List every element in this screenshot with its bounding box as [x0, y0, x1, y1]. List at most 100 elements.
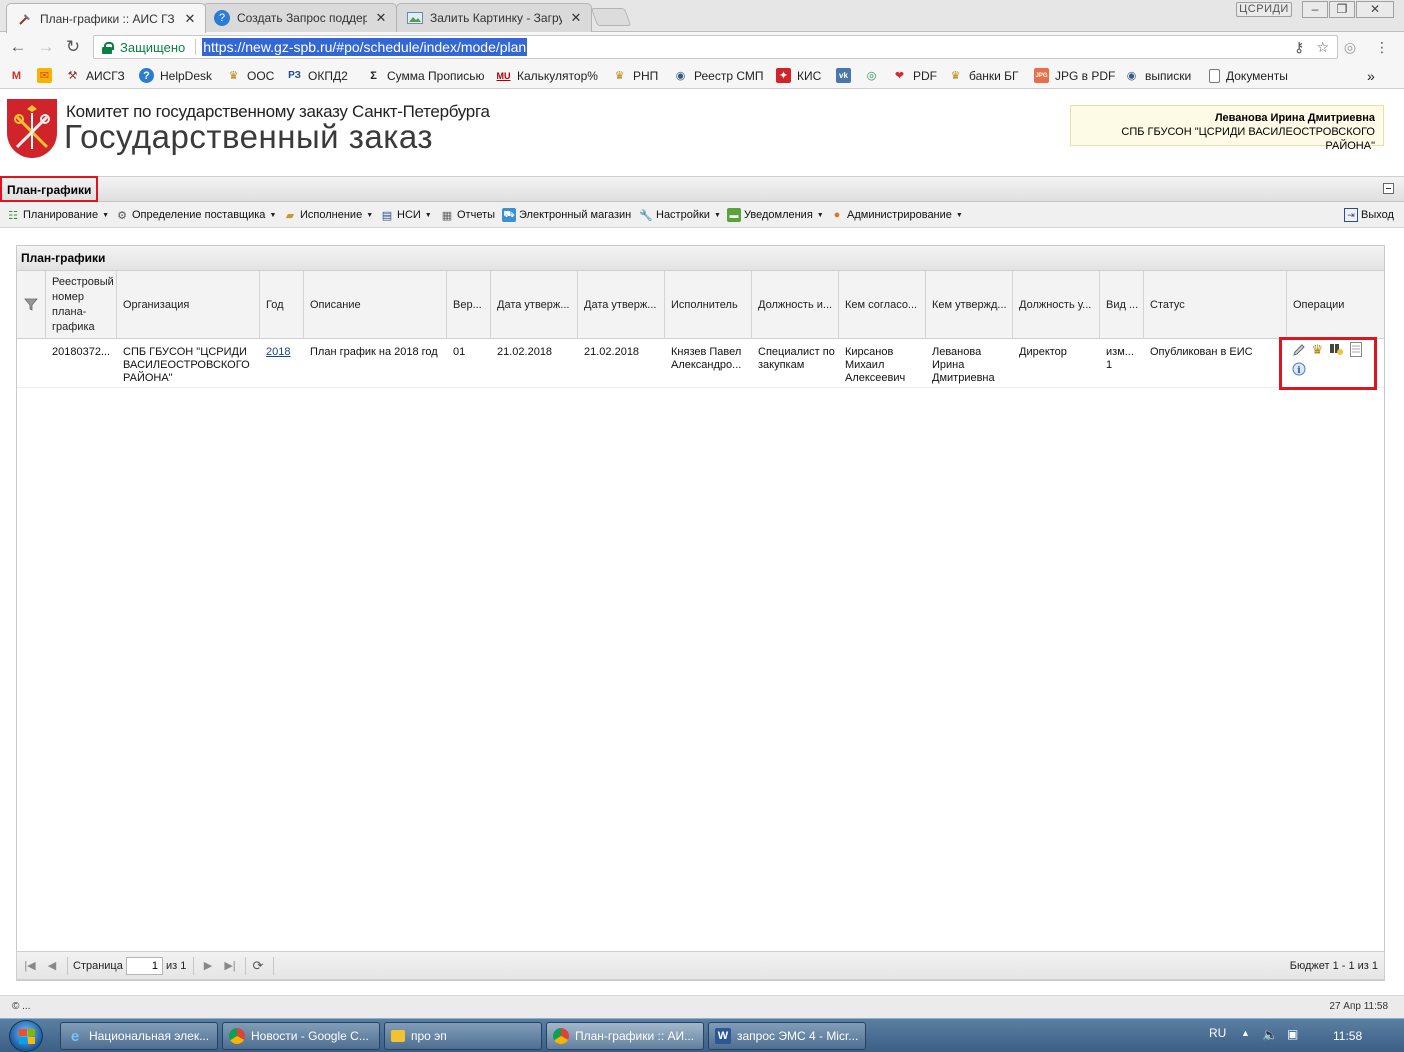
- close-icon[interactable]: ✕: [374, 10, 388, 26]
- collapse-icon[interactable]: [1383, 183, 1394, 194]
- column-executor-position[interactable]: Должность и...: [752, 271, 839, 339]
- language-indicator[interactable]: RU: [1209, 1026, 1226, 1040]
- bookmark-banki-bg[interactable]: ♛ банки БГ: [948, 67, 1019, 84]
- page-number-input[interactable]: 1: [126, 957, 163, 975]
- menu-settings[interactable]: 🔧 Настройки ▼: [639, 207, 721, 223]
- minimize-button[interactable]: –: [1302, 1, 1328, 18]
- info-icon[interactable]: i: [1291, 361, 1306, 376]
- bookmark-rnp[interactable]: ♛ РНП: [612, 67, 659, 84]
- tab-plan-grafiki[interactable]: План-графики :: АИС ГЗ ✕: [6, 3, 206, 33]
- vk-icon: vk: [836, 68, 851, 83]
- menu-execution[interactable]: ▰ Исполнение ▼: [283, 207, 373, 223]
- paging-toolbar: |◀ ◀ Страница 1 из 1 ▶ ▶| ⟳ Бюджет 1 - 1…: [16, 951, 1385, 980]
- year-link[interactable]: 2018: [266, 346, 290, 358]
- bookmark-helpdesk[interactable]: ? HelpDesk: [139, 67, 212, 84]
- bookmark-calculator[interactable]: MU Калькулятор%: [496, 67, 598, 84]
- column-reg-number[interactable]: Реестровый номер плана- графика: [46, 271, 117, 339]
- back-button[interactable]: ←: [8, 38, 28, 56]
- taskbar-label: Новости - Google C...: [251, 1029, 369, 1043]
- browser-tabstrip: План-графики :: АИС ГЗ ✕ ? Создать Запро…: [0, 0, 1404, 33]
- forward-button[interactable]: →: [36, 38, 56, 56]
- bookmark-mail[interactable]: ✉: [37, 67, 52, 84]
- column-kind[interactable]: Вид ...: [1100, 271, 1144, 339]
- last-page-icon[interactable]: ▶|: [223, 959, 237, 973]
- taskbar-item-ie[interactable]: e Национальная элек...: [60, 1022, 218, 1050]
- bookmark-reestr-smp[interactable]: ◉ Реестр СМП: [673, 67, 764, 84]
- taskbar-item-word[interactable]: Wзапрос ЭМС 4 - Micr...: [708, 1022, 866, 1050]
- start-button[interactable]: [9, 1020, 43, 1052]
- menu-nsi[interactable]: ▤ НСИ ▼: [380, 207, 432, 223]
- tray-arrow-icon[interactable]: ▲: [1241, 1028, 1250, 1038]
- taskbar-item-chrome-news[interactable]: Новости - Google C...: [222, 1022, 380, 1050]
- column-organization[interactable]: Организация: [117, 271, 260, 339]
- bookmark-label: Документы: [1226, 68, 1288, 83]
- star-icon[interactable]: ☆: [1316, 39, 1329, 56]
- edit-icon[interactable]: [1291, 342, 1306, 357]
- restore-button[interactable]: ❐: [1329, 1, 1355, 18]
- prev-page-icon[interactable]: ◀: [45, 959, 59, 973]
- menu-planning[interactable]: ☷ Планирование ▼: [6, 207, 109, 223]
- bookmark-circle[interactable]: ◎: [864, 67, 879, 84]
- column-approval-date-2[interactable]: Дата утверж...: [578, 271, 665, 339]
- close-icon[interactable]: ✕: [183, 11, 197, 27]
- clock[interactable]: 11:58: [1333, 1029, 1362, 1043]
- reload-button[interactable]: ↻: [63, 38, 83, 56]
- column-agreed-by[interactable]: Кем согласо...: [839, 271, 926, 339]
- menu-reports[interactable]: ▦ Отчеты: [440, 207, 495, 223]
- menu-eshop[interactable]: ⛟ Электронный магазин: [502, 207, 631, 223]
- column-status[interactable]: Статус: [1144, 271, 1287, 339]
- bookmark-sum-words[interactable]: Σ Сумма Прописью: [366, 67, 484, 84]
- window-user-badge[interactable]: ЦСРИДИ: [1236, 2, 1292, 17]
- new-tab-button[interactable]: [590, 8, 632, 26]
- speaker-icon[interactable]: 🔈: [1262, 1027, 1278, 1043]
- column-version[interactable]: Вер...: [447, 271, 491, 339]
- bookmark-vypiski[interactable]: ◉ выписки: [1124, 67, 1191, 84]
- main-menu: ☷ Планирование ▼ ⚙ Определение поставщика ▼ …: [0, 202, 1404, 228]
- bookmark-aisgz[interactable]: ⚒ АИСГЗ: [65, 67, 125, 84]
- close-window-button[interactable]: ✕: [1356, 1, 1394, 18]
- bookmark-vk[interactable]: vk: [836, 67, 851, 84]
- filter-column[interactable]: [17, 271, 46, 339]
- column-approver-position[interactable]: Должность у...: [1013, 271, 1100, 339]
- key-icon[interactable]: ⚷: [1294, 39, 1304, 56]
- url-text[interactable]: https://new.gz-spb.ru/#po/schedule/index…: [202, 38, 528, 56]
- table-row[interactable]: 20180372... СПБ ГБУСОН "ЦСРИДИ ВАСИЛЕОСТ…: [17, 337, 1384, 390]
- column-operations[interactable]: Операции: [1287, 271, 1384, 339]
- exit-button[interactable]: ⇥ Выход: [1344, 207, 1394, 223]
- signature-icon[interactable]: [1329, 342, 1344, 357]
- first-page-icon[interactable]: |◀: [23, 959, 37, 973]
- bookmark-label: HelpDesk: [160, 68, 213, 83]
- document-icon[interactable]: [1348, 342, 1363, 357]
- column-description[interactable]: Описание: [304, 271, 447, 339]
- bookmark-kis[interactable]: ✦ КИС: [776, 67, 821, 84]
- column-approved-by[interactable]: Кем утвержд...: [926, 271, 1013, 339]
- bookmark-pdf[interactable]: ❤ PDF: [892, 67, 937, 84]
- extension-icon[interactable]: ◎: [1342, 39, 1358, 55]
- taskbar-item-folder[interactable]: про эп: [384, 1022, 542, 1050]
- bookmark-gmail[interactable]: M: [9, 67, 24, 84]
- refresh-icon[interactable]: ⟳: [251, 959, 265, 973]
- coat-of-arms-icon[interactable]: ♛: [1310, 342, 1325, 357]
- tab-support-request[interactable]: ? Создать Запрос поддер ✕: [203, 3, 397, 32]
- column-approval-date-1[interactable]: Дата утверж...: [491, 271, 578, 339]
- bookmark-jpg-pdf[interactable]: JPG JPG в PDF: [1034, 67, 1115, 84]
- bookmark-oos[interactable]: ♛ ООС: [226, 67, 275, 84]
- taskbar-item-chrome-active[interactable]: План-графики :: АИ...: [546, 1022, 704, 1050]
- bookmark-okpd2[interactable]: РЗ ОКПД2: [287, 67, 348, 84]
- column-year[interactable]: Год: [260, 271, 304, 339]
- menu-administration[interactable]: ● Администрирование ▼: [830, 207, 963, 223]
- column-label: Дата утверж...: [584, 298, 657, 311]
- more-bookmarks-button[interactable]: »: [1367, 67, 1375, 84]
- bookmark-documents[interactable]: Документы: [1209, 67, 1288, 84]
- mu-icon: MU: [496, 70, 511, 81]
- menu-notifications[interactable]: ▬ Уведомления ▼: [727, 207, 824, 223]
- column-label: Описание: [310, 298, 361, 311]
- next-page-icon[interactable]: ▶: [201, 959, 215, 973]
- menu-dots-icon[interactable]: ⋮: [1374, 39, 1390, 55]
- close-icon[interactable]: ✕: [569, 10, 583, 26]
- menu-supplier[interactable]: ⚙ Определение поставщика ▼: [115, 207, 276, 223]
- network-icon[interactable]: ▣: [1287, 1027, 1298, 1041]
- column-executor[interactable]: Исполнитель: [665, 271, 752, 339]
- tab-upload-image[interactable]: Залить Картинку - Загру ✕: [396, 3, 592, 32]
- address-bar[interactable]: Защищено https://new.gz-spb.ru/#po/sched…: [93, 35, 1338, 59]
